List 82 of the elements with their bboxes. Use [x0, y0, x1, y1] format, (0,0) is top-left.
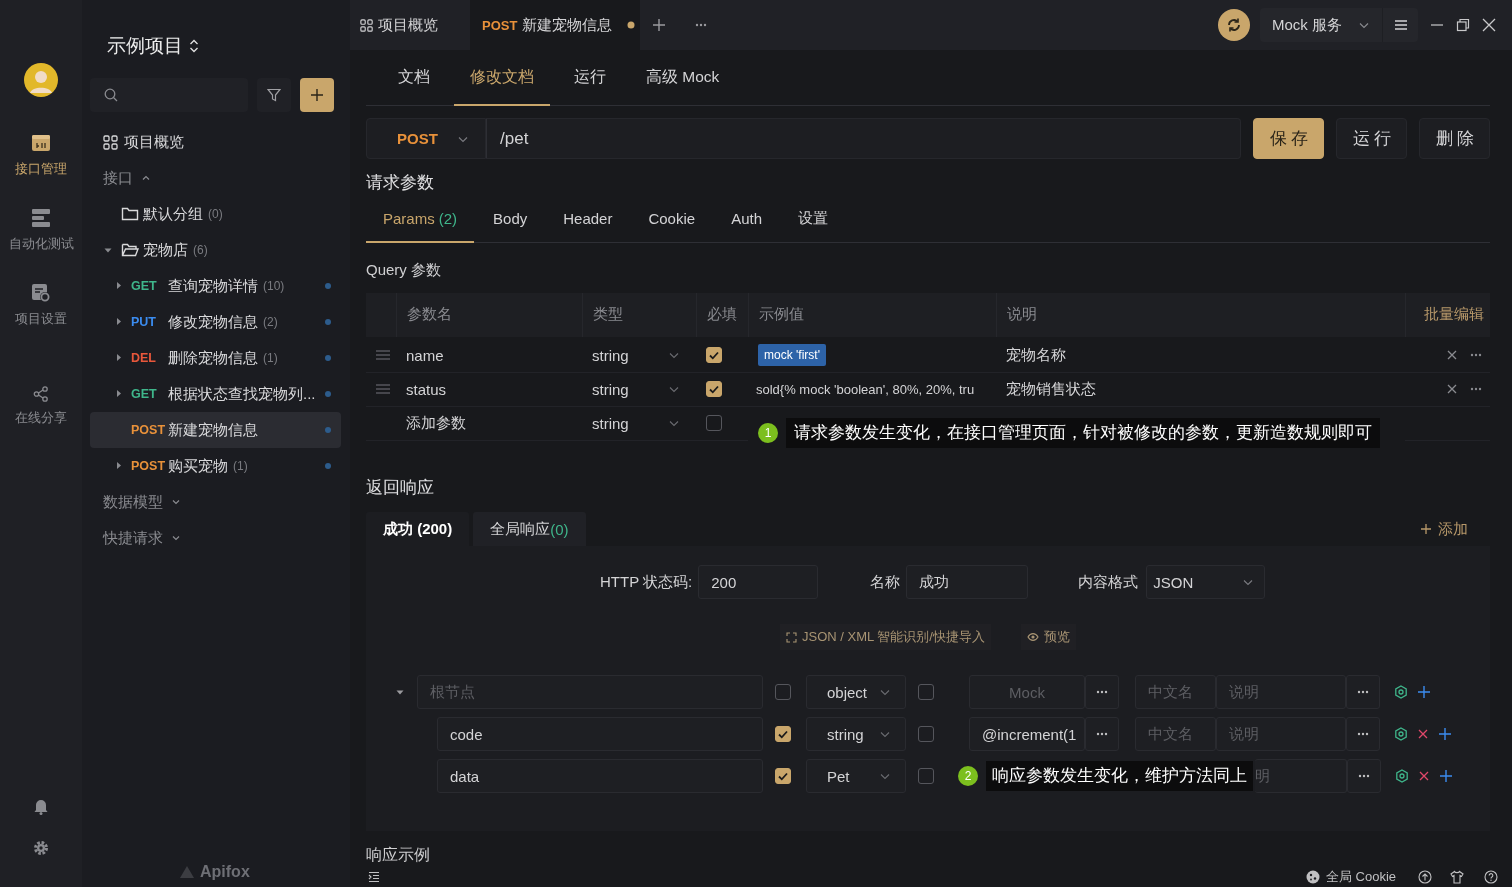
preview-link[interactable]: 预览: [1021, 624, 1076, 651]
method-tag: POST: [131, 459, 168, 473]
action-button[interactable]: 运行: [1336, 118, 1407, 160]
column-header: 必填: [696, 292, 748, 337]
tree-section[interactable]: 数据模型: [90, 484, 341, 520]
table-cell: 宠物名称: [996, 338, 1405, 373]
column-header: 示例值: [748, 292, 996, 337]
mock-field[interactable]: @increment(1: [969, 717, 1085, 752]
type-select[interactable]: string: [806, 717, 906, 752]
add-button[interactable]: 添加: [1414, 518, 1474, 540]
type-select[interactable]: string: [592, 414, 629, 432]
tab[interactable]: 高级 Mock: [630, 50, 736, 106]
table-cell: status: [396, 372, 582, 407]
tab[interactable]: 成功 (200): [366, 512, 470, 547]
callout: 请求参数发生变化，在接口管理页面，针对被修改的参数，更新造数规则即可: [786, 417, 1380, 448]
type-select[interactable]: string: [592, 380, 629, 398]
column-header: 参数名: [396, 292, 582, 337]
rail-item[interactable]: 在线分享: [15, 386, 67, 427]
tab[interactable]: 设置: [781, 195, 845, 244]
format-select[interactable]: JSON: [1146, 565, 1266, 600]
type-select[interactable]: object: [806, 675, 906, 710]
endpoint-item[interactable]: POST 购买宠物 (1): [90, 448, 341, 484]
section-title: 响应示例: [366, 845, 431, 866]
tab[interactable]: 修改文档: [454, 50, 550, 106]
table-cell: name: [396, 338, 582, 373]
cookie-button[interactable]: 全局 Cookie: [1305, 868, 1396, 886]
step-badge: 2: [958, 766, 978, 787]
mock-tag: mock 'first': [758, 344, 826, 367]
rail-item[interactable]: 接口管理: [15, 133, 67, 178]
section-title: 请求参数: [366, 171, 435, 194]
endpoint-item[interactable]: DEL 删除宠物信息 (1): [90, 340, 341, 376]
method-tag: DEL: [131, 351, 168, 365]
name-field[interactable]: 成功: [906, 565, 1029, 600]
tab[interactable]: Params (2): [366, 195, 475, 244]
endpoint-item[interactable]: GET 根据状态查找宠物列...: [90, 376, 341, 412]
method-tag: POST: [131, 423, 168, 437]
name-field[interactable]: code: [437, 717, 763, 752]
tab[interactable]: Auth: [714, 195, 779, 244]
field-label: HTTP 状态码:: [600, 572, 693, 592]
tree-section[interactable]: 快捷请求: [90, 520, 341, 556]
rail-item[interactable]: 项目设置: [15, 283, 67, 328]
name-field[interactable]: data: [437, 759, 763, 794]
table-cell: 宠物销售状态: [996, 372, 1405, 407]
tab[interactable]: Body: [476, 195, 545, 244]
tree-item[interactable]: 项目概览: [90, 124, 341, 160]
endpoint-item[interactable]: GET 查询宠物详情 (10): [90, 268, 341, 304]
import-link[interactable]: JSON / XML 智能识别/快捷导入: [780, 624, 991, 651]
tab[interactable]: POST 新建宠物信息: [470, 0, 640, 50]
tab[interactable]: 全局响应(0): [473, 512, 586, 547]
field-label: 名称: [870, 572, 901, 592]
callout: 响应参数发生变化，维护方法同上: [986, 761, 1253, 792]
action-button[interactable]: 保存: [1253, 118, 1324, 160]
table-cell[interactable]: 添加参数: [396, 406, 582, 441]
field-label: 内容格式: [1078, 572, 1139, 592]
column-header: 类型: [582, 292, 696, 337]
tab[interactable]: 文档: [382, 50, 446, 106]
type-select[interactable]: string: [592, 346, 629, 364]
step-badge: 1: [758, 422, 778, 443]
mock-service-dropdown[interactable]: Mock 服务: [1260, 8, 1382, 42]
method-select[interactable]: POST: [366, 118, 486, 160]
subsection-title: Query 参数: [366, 260, 442, 281]
method-tag: GET: [131, 387, 168, 401]
tree-section[interactable]: 接口: [90, 160, 341, 196]
column-header: 说明: [996, 292, 1405, 337]
tree-folder[interactable]: 默认分组 (0): [90, 196, 341, 232]
tab[interactable]: 运行: [558, 50, 622, 106]
type-select[interactable]: Pet: [806, 759, 906, 794]
endpoint-item[interactable]: PUT 修改宠物信息 (2): [90, 304, 341, 340]
tree-folder[interactable]: 宠物店 (6): [90, 232, 341, 268]
tab[interactable]: Header: [546, 195, 630, 244]
action-button[interactable]: 删除: [1419, 118, 1490, 160]
method-tag: GET: [131, 279, 168, 293]
table-cell: sold{% mock 'boolean', 80%, 20%, tru: [748, 372, 996, 407]
status-code-field[interactable]: 200: [698, 565, 819, 600]
method-tag: PUT: [131, 315, 168, 329]
section-title: 返回响应: [366, 477, 435, 499]
brand-logo: Apifox: [178, 863, 250, 881]
project-switcher[interactable]: 示例项目: [107, 34, 341, 58]
url-field[interactable]: /pet: [486, 118, 1241, 160]
rail-item[interactable]: 自动化测试: [8, 208, 74, 253]
endpoint-item[interactable]: POST 新建宠物信息: [90, 412, 341, 448]
tab[interactable]: Cookie: [631, 195, 713, 244]
